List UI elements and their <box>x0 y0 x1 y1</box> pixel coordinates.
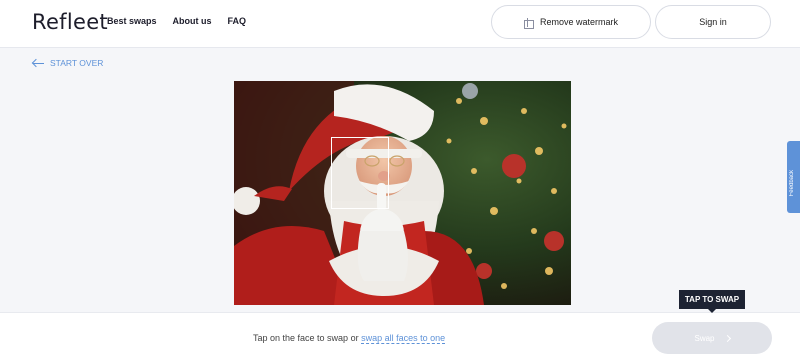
start-over-label: START OVER <box>50 58 104 68</box>
nav-best-swaps[interactable]: Best swaps <box>107 16 157 26</box>
remove-watermark-label: Remove watermark <box>539 17 619 27</box>
tap-to-swap-tooltip: TAP TO SWAP <box>679 290 745 313</box>
feedback-label: Feedback <box>789 170 795 197</box>
swap-hint-text: Tap on the face to swap or <box>253 333 362 343</box>
face-selection-box[interactable] <box>331 137 389 209</box>
chevron-right-icon <box>723 334 731 342</box>
santa-photo-illustration <box>234 81 571 305</box>
sign-in-label: Sign in <box>699 17 727 27</box>
main-nav: Best swaps About us FAQ <box>107 16 246 26</box>
logo[interactable]: Refleet <box>32 10 108 34</box>
swap-all-faces-link[interactable]: swap all faces to one <box>361 333 446 344</box>
swap-label: Swap <box>694 333 715 343</box>
remove-watermark-button[interactable]: Remove watermark <box>491 5 651 39</box>
nav-faq[interactable]: FAQ <box>228 16 247 26</box>
gift-icon <box>523 17 534 29</box>
swap-hint: Tap on the face to swap or swap all face… <box>253 333 446 344</box>
uploaded-photo <box>234 81 571 305</box>
nav-about-us[interactable]: About us <box>173 16 212 26</box>
sign-in-button[interactable]: Sign in <box>655 5 771 39</box>
header: Refleet Best swaps About us FAQ Remove w… <box>0 0 800 48</box>
start-over-link[interactable]: START OVER <box>32 58 103 68</box>
swap-button[interactable]: Swap <box>652 322 772 354</box>
arrow-left-icon <box>32 58 44 68</box>
